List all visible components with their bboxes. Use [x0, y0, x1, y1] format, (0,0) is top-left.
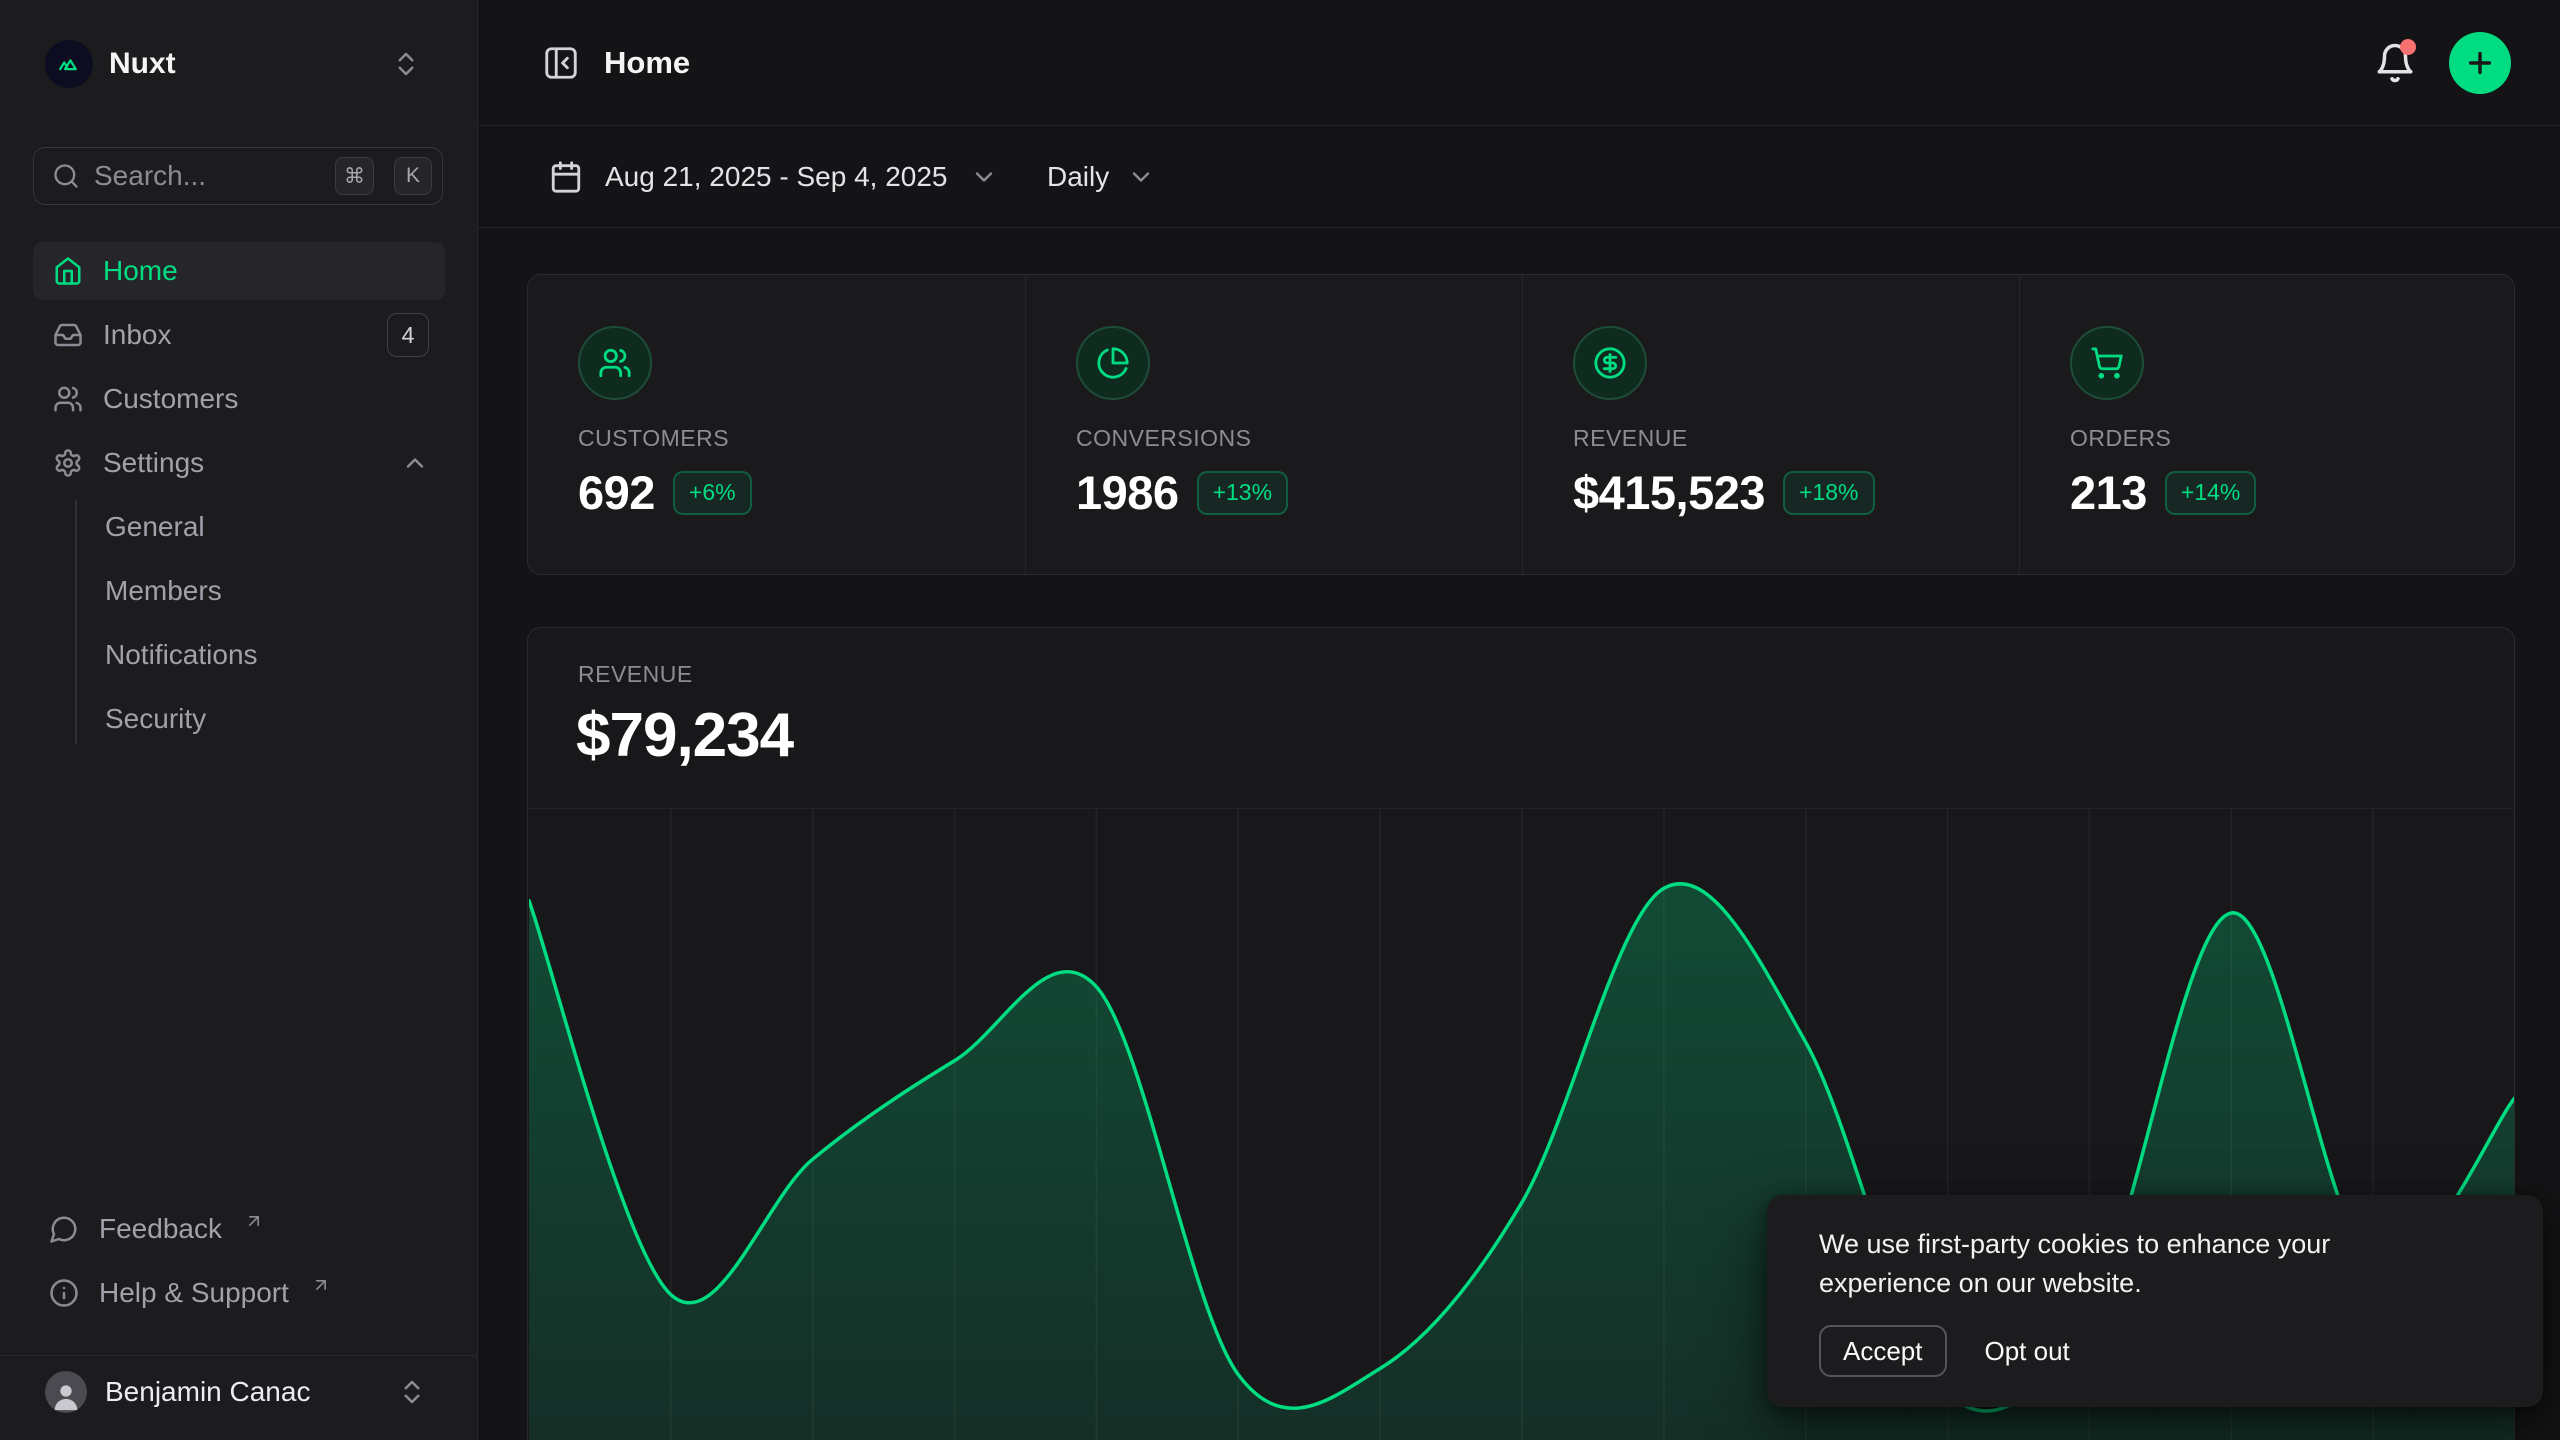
period-value: Daily	[1047, 161, 1109, 193]
period-select[interactable]: Daily	[1047, 126, 1155, 228]
brand-name: Nuxt	[109, 36, 176, 92]
stat-card-conversions[interactable]: CONVERSIONS 1986 +13%	[1025, 275, 1522, 574]
revenue-panel-label: REVENUE	[578, 661, 693, 688]
sidebar-item-settings[interactable]: Settings	[33, 434, 445, 492]
plus-icon	[2464, 47, 2496, 79]
stat-label: CONVERSIONS	[1076, 425, 1251, 452]
date-range-picker[interactable]: Aug 21, 2025 - Sep 4, 2025	[549, 126, 998, 228]
app-header: Home	[478, 0, 2560, 126]
notification-dot	[2400, 39, 2416, 55]
kbd-k: K	[394, 157, 432, 195]
sidebar-item-security[interactable]: Security	[33, 690, 445, 748]
stat-value: $415,523	[1573, 465, 1765, 520]
stat-value: 213	[2070, 465, 2147, 520]
inbox-icon	[53, 320, 83, 350]
sidebar-item-general[interactable]: General	[33, 498, 445, 556]
add-button[interactable]	[2449, 32, 2511, 94]
stat-delta-badge: +13%	[1197, 471, 1288, 515]
sidebar-item-home[interactable]: Home	[33, 242, 445, 300]
chevrons-up-down-icon	[397, 1377, 427, 1407]
sidebar-item-customers[interactable]: Customers	[33, 370, 445, 428]
users-icon	[53, 384, 83, 414]
sidebar-item-label: Home	[103, 255, 178, 287]
sidebar-divider	[0, 1355, 478, 1356]
nuxt-logo-icon	[45, 40, 93, 88]
search-input[interactable]: Search... ⌘ K	[33, 147, 443, 205]
message-bubble-icon	[49, 1214, 79, 1244]
search-icon	[52, 162, 80, 190]
chevron-down-icon	[970, 163, 998, 191]
sidebar-item-label: Feedback	[99, 1213, 222, 1245]
page-title: Home	[604, 0, 690, 126]
sidebar-item-help-support[interactable]: Help & Support	[33, 1264, 445, 1322]
sidebar-item-notifications[interactable]: Notifications	[33, 626, 445, 684]
stat-label: REVENUE	[1573, 425, 1688, 452]
sidebar-collapse-button[interactable]	[542, 44, 580, 82]
cookie-banner: We use first-party cookies to enhance yo…	[1767, 1195, 2543, 1407]
cookie-optout-button[interactable]: Opt out	[1985, 1336, 2070, 1367]
chart-pie-icon	[1076, 326, 1150, 400]
external-link-icon	[311, 1275, 331, 1295]
sidebar-item-feedback[interactable]: Feedback	[33, 1200, 445, 1258]
sidebar-item-label: Customers	[103, 383, 238, 415]
avatar	[45, 1371, 87, 1413]
search-placeholder: Search...	[94, 160, 315, 192]
revenue-panel-value: $79,234	[576, 700, 793, 771]
stat-label: CUSTOMERS	[578, 425, 729, 452]
user-menu[interactable]: Benjamin Canac	[33, 1362, 445, 1422]
chevron-up-icon	[401, 449, 429, 477]
stat-card-revenue[interactable]: REVENUE $415,523 +18%	[1522, 275, 2019, 574]
stat-delta-badge: +18%	[1783, 471, 1874, 515]
gear-icon	[53, 448, 83, 478]
cookie-accept-button[interactable]: Accept	[1819, 1325, 1947, 1377]
external-link-icon	[244, 1211, 264, 1231]
stat-value: 1986	[1076, 465, 1179, 520]
chevrons-up-down-icon	[391, 49, 421, 79]
sidebar-item-members[interactable]: Members	[33, 562, 445, 620]
kbd-meta: ⌘	[335, 157, 374, 195]
circle-dollar-icon	[1573, 326, 1647, 400]
chevron-down-icon	[1127, 163, 1155, 191]
stats-panel: CUSTOMERS 692 +6% CONVERSIONS 1986 +13%	[527, 274, 2515, 575]
stat-value: 692	[578, 465, 655, 520]
calendar-icon	[549, 160, 583, 194]
cookie-message: We use first-party cookies to enhance yo…	[1819, 1225, 2419, 1303]
user-name: Benjamin Canac	[105, 1376, 310, 1408]
notifications-button[interactable]	[2374, 42, 2416, 84]
sidebar: Nuxt Search... ⌘ K Home	[0, 0, 478, 1440]
sidebar-item-inbox[interactable]: Inbox 4	[33, 306, 445, 364]
stat-delta-badge: +14%	[2165, 471, 2256, 515]
stat-card-orders[interactable]: ORDERS 213 +14%	[2019, 275, 2516, 574]
inbox-count-badge: 4	[387, 313, 429, 357]
sidebar-item-label: Settings	[103, 447, 204, 479]
team-switcher[interactable]: Nuxt	[33, 36, 445, 92]
panel-left-close-icon	[542, 44, 580, 82]
shopping-cart-icon	[2070, 326, 2144, 400]
date-range-value: Aug 21, 2025 - Sep 4, 2025	[605, 161, 948, 193]
home-icon	[53, 256, 83, 286]
stat-delta-badge: +6%	[673, 471, 752, 515]
users-icon	[578, 326, 652, 400]
info-circle-icon	[49, 1278, 79, 1308]
filters-toolbar: Aug 21, 2025 - Sep 4, 2025 Daily	[478, 126, 2560, 228]
sidebar-item-label: Help & Support	[99, 1277, 289, 1309]
stat-label: ORDERS	[2070, 425, 2171, 452]
stat-card-customers[interactable]: CUSTOMERS 692 +6%	[528, 275, 1025, 574]
sidebar-item-label: Inbox	[103, 319, 172, 351]
